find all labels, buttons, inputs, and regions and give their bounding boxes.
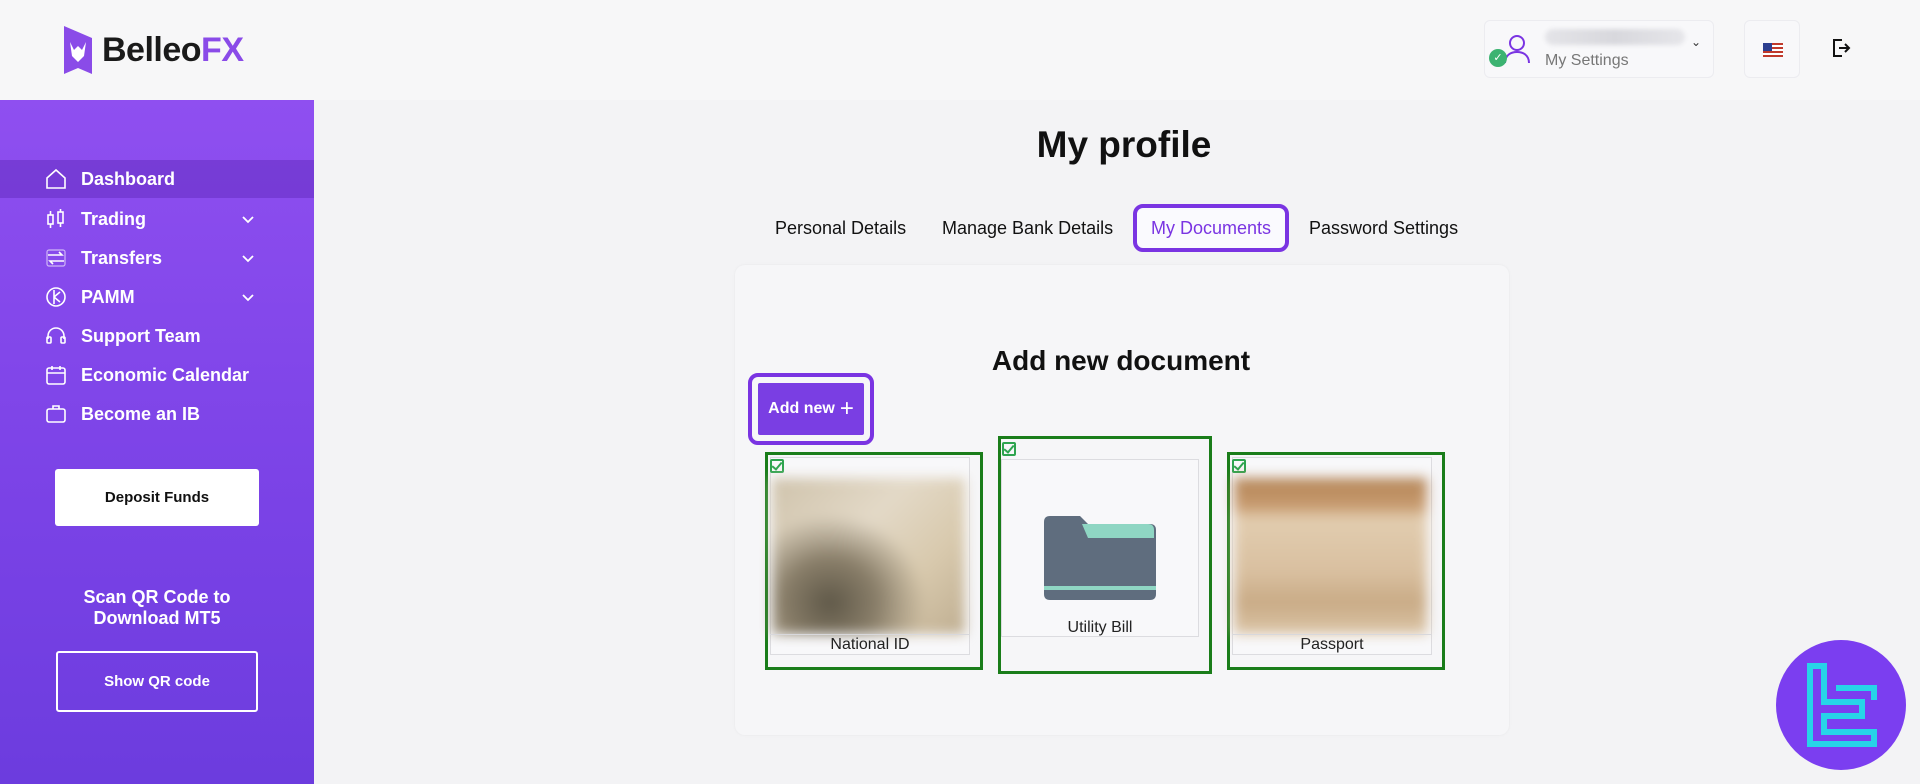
chevron-down-icon — [242, 294, 254, 302]
sidebar-item-dashboard[interactable]: Dashboard — [0, 160, 314, 198]
top-bar: BelleoFX ✓ My Settings ⌄ — [0, 0, 1920, 100]
my-settings-label: My Settings — [1545, 52, 1629, 69]
sidebar-item-pamm[interactable]: PAMM — [0, 278, 314, 316]
add-document-heading: Add new document — [991, 345, 1251, 376]
tc-logo-icon — [1807, 663, 1877, 747]
show-qr-code-button[interactable]: Show QR code — [56, 651, 258, 712]
bull-logo-icon — [64, 26, 92, 74]
document-label: Passport — [1300, 636, 1364, 653]
page-title: My profile — [1036, 124, 1212, 165]
chevron-down-icon — [242, 255, 254, 263]
tab-my-documents[interactable]: My Documents — [1133, 204, 1290, 252]
user-name-redacted — [1545, 29, 1685, 45]
tab-password-settings[interactable]: Password Settings — [1309, 204, 1458, 252]
sidebar-item-label: Support Team — [81, 325, 201, 346]
tab-personal-details[interactable]: Personal Details — [775, 204, 906, 252]
sidebar-item-become-an-ib[interactable]: Become an IB — [0, 395, 314, 433]
verified-check-icon — [770, 459, 784, 473]
sidebar-item-label: PAMM — [81, 286, 135, 307]
folder-icon — [1044, 516, 1156, 600]
brand-name: BelleoFX — [102, 30, 244, 69]
tab-manage-bank-details[interactable]: Manage Bank Details — [942, 204, 1113, 252]
divider — [1232, 634, 1432, 635]
pamm-icon — [46, 287, 66, 307]
verified-badge-icon: ✓ — [1489, 49, 1507, 67]
add-new-document-button[interactable]: Add new + — [758, 383, 864, 435]
add-new-label: Add new — [768, 400, 835, 417]
sidebar: Dashboard Trading Transfers PAMM Support… — [0, 100, 314, 784]
chevron-down-icon: ⌄ — [1691, 35, 1702, 49]
briefcase-icon — [46, 405, 66, 423]
sidebar-item-label: Become an IB — [81, 403, 201, 424]
verified-check-icon — [1232, 459, 1246, 473]
language-selector[interactable] — [1744, 20, 1800, 78]
user-settings-dropdown[interactable]: ✓ My Settings ⌄ — [1484, 20, 1714, 78]
qr-download-text: Scan QR Code to Download MT5 — [83, 587, 231, 628]
passport-image — [1234, 478, 1427, 634]
document-label: National ID — [830, 636, 910, 653]
watermark-badge — [1776, 640, 1906, 770]
sidebar-item-label: Dashboard — [81, 168, 176, 189]
divider — [770, 634, 970, 635]
home-icon — [46, 168, 66, 189]
plus-icon: + — [839, 395, 854, 422]
deposit-funds-button[interactable]: Deposit Funds — [55, 469, 259, 526]
profile-tabs: Personal Details Manage Bank Details My … — [0, 204, 1920, 252]
logout-icon[interactable] — [1828, 36, 1852, 60]
us-flag-icon — [1763, 43, 1783, 57]
verified-check-icon — [1002, 442, 1016, 456]
brand-logo[interactable]: BelleoFX — [62, 22, 244, 78]
national-id-image — [772, 478, 965, 634]
document-label: Utility Bill — [1067, 619, 1133, 636]
